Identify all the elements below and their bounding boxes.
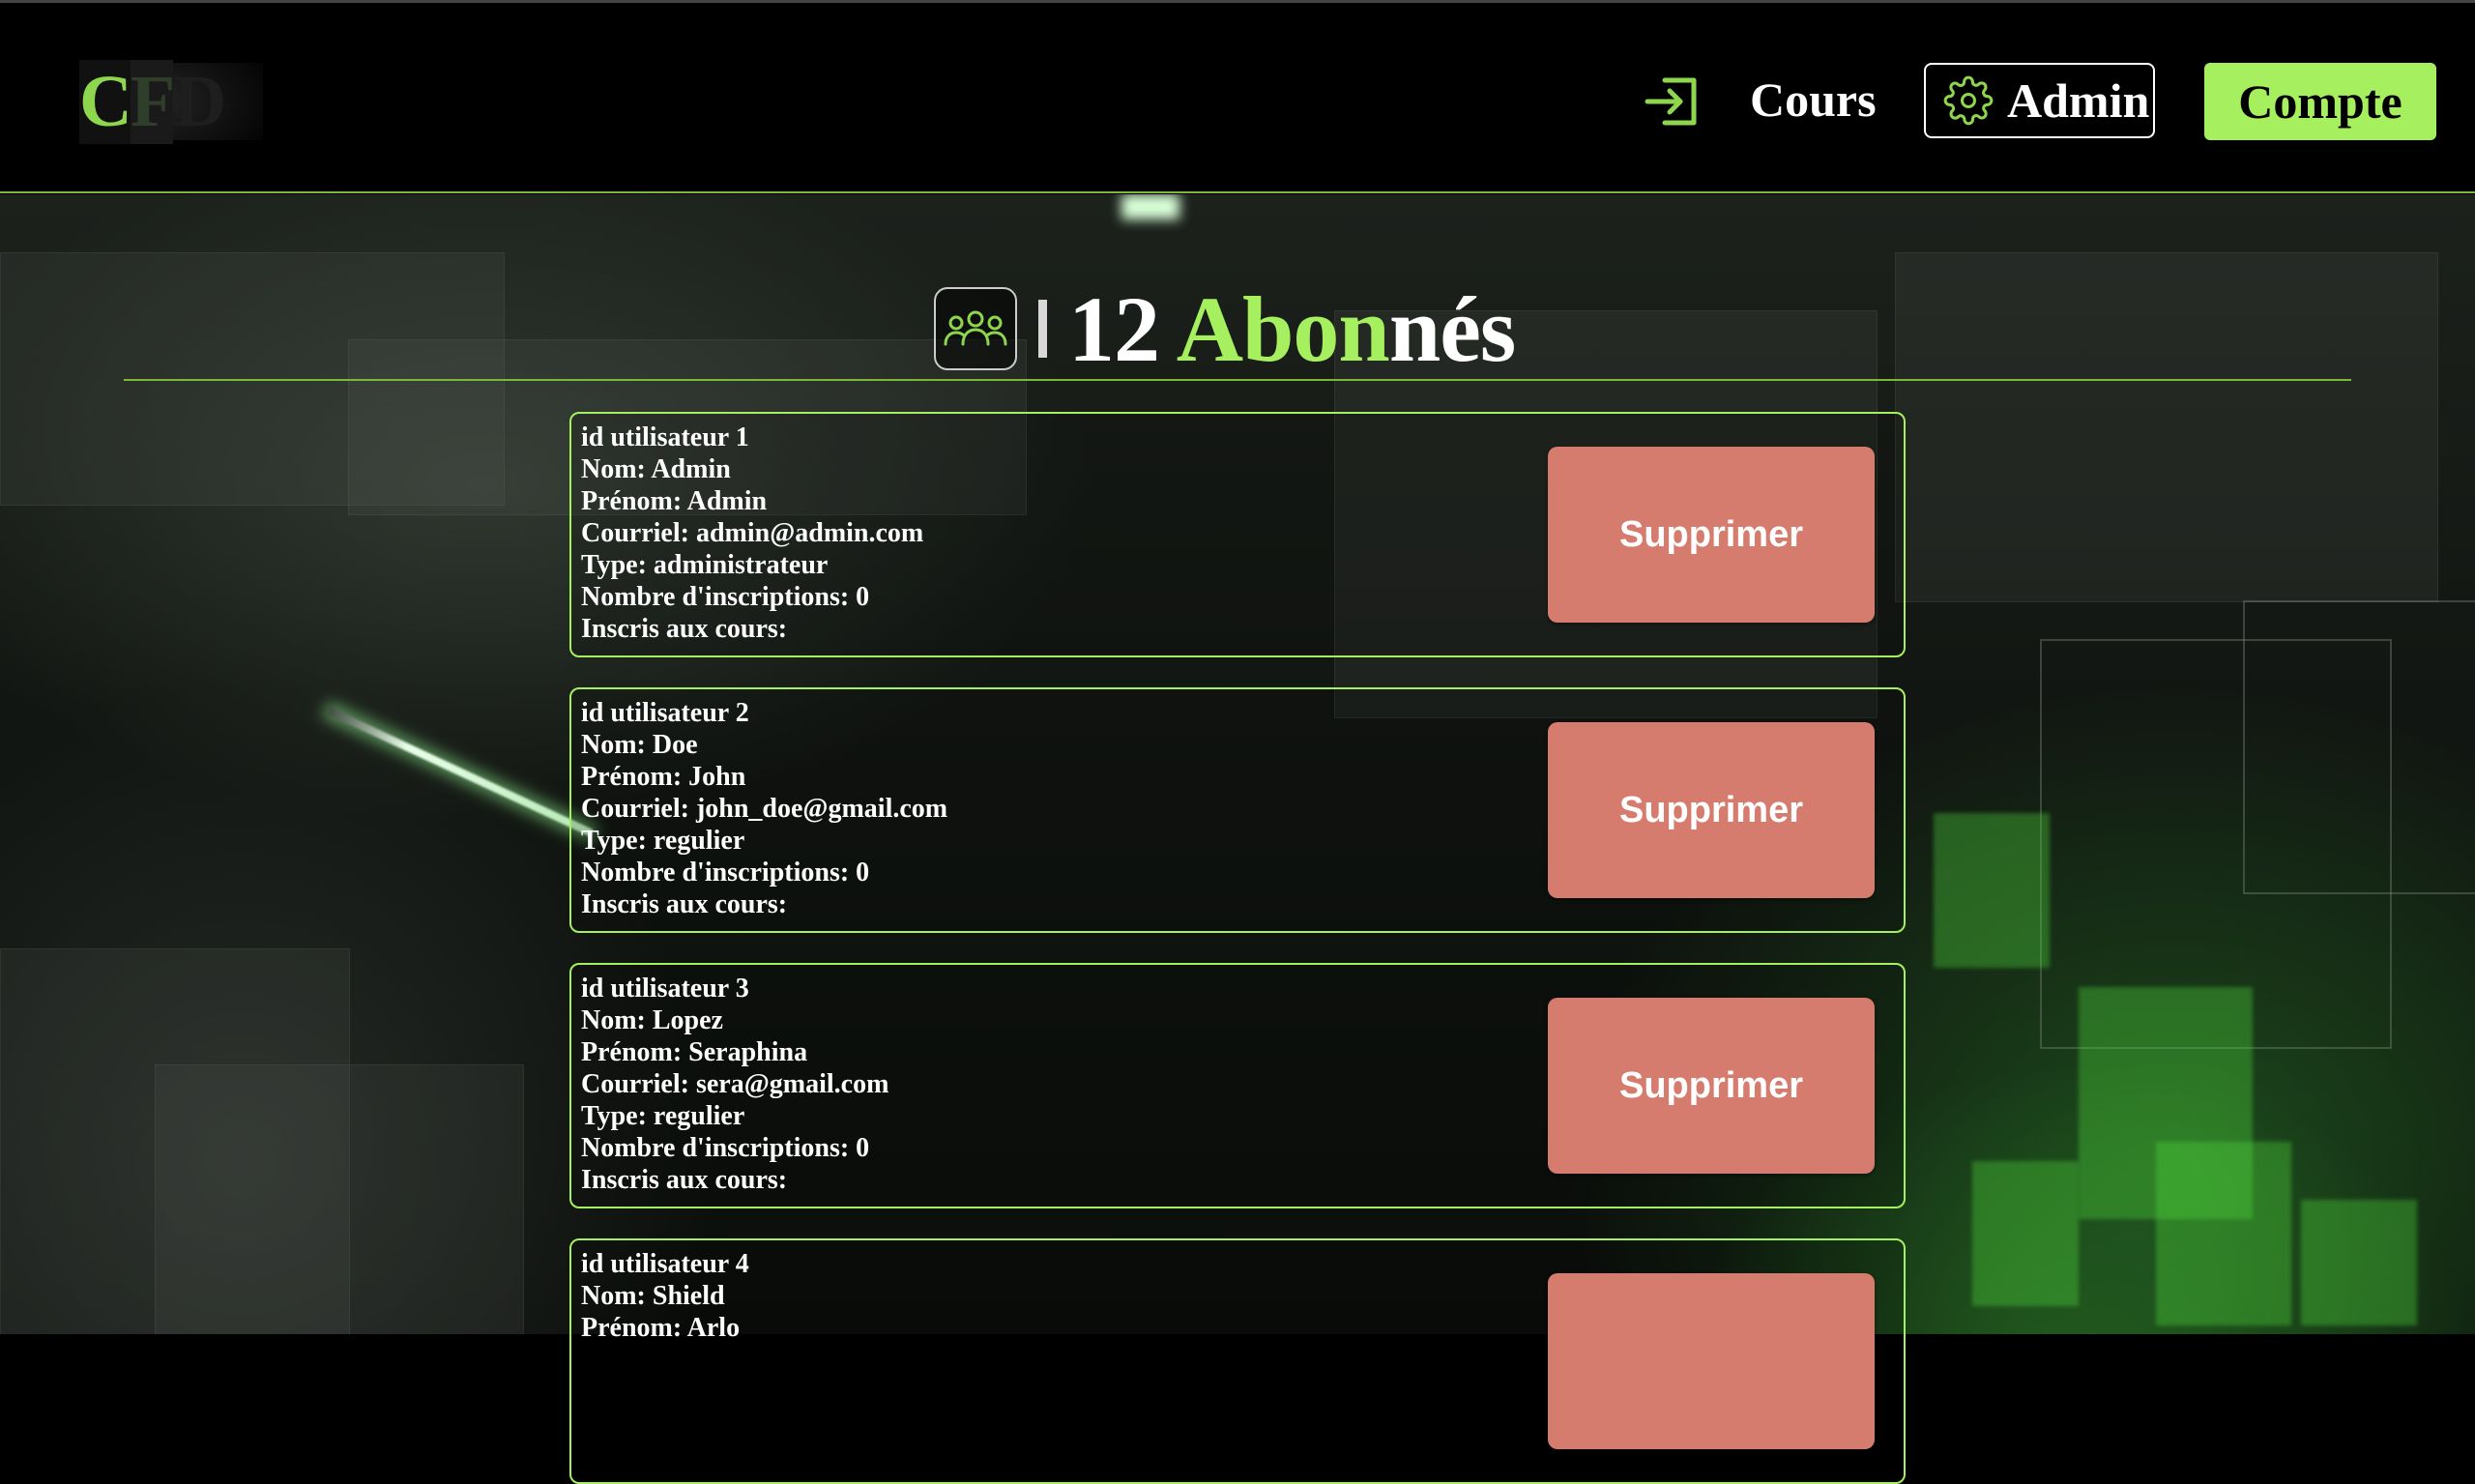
title-separator [1038, 300, 1047, 358]
user-prenom: Prénom: Seraphina [581, 1037, 808, 1067]
user-nom: Nom: Doe [581, 730, 698, 760]
header-bar: CFD Cours Admin Compte [0, 0, 2475, 193]
user-card: id utilisateur 3 Nom: Lopez Prénom: Sera… [569, 963, 1906, 1208]
user-cours: Inscris aux cours: [581, 614, 788, 644]
background-light-beam [327, 707, 594, 837]
delete-user-button[interactable]: Supprimer [1548, 722, 1875, 898]
user-card: id utilisateur 4 Nom: Shield Prénom: Arl… [569, 1238, 1906, 1484]
delete-user-button[interactable]: Supprimer [1548, 447, 1875, 623]
title-word-green: Abon [1176, 276, 1390, 381]
user-id: id utilisateur 2 [581, 698, 749, 728]
user-info: id utilisateur 1 Nom: Admin Prénom: Admi… [581, 422, 923, 645]
nav-admin-button[interactable]: Admin [1924, 63, 2155, 138]
user-nom: Nom: Shield [581, 1281, 725, 1311]
user-courriel: Courriel: john_doe@gmail.com [581, 794, 948, 824]
background-green-block [2156, 1142, 2291, 1325]
background-green-block [1972, 1161, 2079, 1306]
logo-letter-d: D [173, 60, 226, 142]
delete-user-button[interactable]: Supprimer [1548, 998, 1875, 1174]
user-type: Type: regulier [581, 1101, 745, 1131]
nav-admin-label: Admin [2007, 73, 2150, 128]
user-inscriptions: Nombre d'inscriptions: 0 [581, 1133, 870, 1163]
background-light [1121, 194, 1179, 219]
user-info: id utilisateur 2 Nom: Doe Prénom: John C… [581, 697, 947, 920]
user-prenom: Prénom: Admin [581, 486, 768, 516]
user-cours: Inscris aux cours: [581, 889, 788, 919]
nav-cours-link[interactable]: Cours [1750, 61, 1877, 138]
page-title: 12 Abonnés [934, 277, 1516, 381]
background-green-block [1934, 813, 2050, 968]
user-id: id utilisateur 1 [581, 422, 749, 452]
background-wireframe [2243, 600, 2475, 894]
user-prenom: Prénom: Arlo [581, 1313, 741, 1343]
login-arrow-icon[interactable] [1644, 76, 1700, 127]
user-card: id utilisateur 2 Nom: Doe Prénom: John C… [569, 687, 1906, 933]
user-type: Type: administrateur [581, 550, 829, 580]
user-inscriptions: Nombre d'inscriptions: 0 [581, 858, 870, 887]
site-logo[interactable]: CFD [79, 59, 264, 144]
nav-compte-button[interactable]: Compte [2204, 63, 2436, 140]
user-courriel: Courriel: sera@gmail.com [581, 1069, 889, 1099]
user-nom: Nom: Lopez [581, 1005, 723, 1035]
background-block [155, 1064, 524, 1334]
delete-user-button[interactable] [1548, 1273, 1875, 1449]
user-card: id utilisateur 1 Nom: Admin Prénom: Admi… [569, 412, 1906, 657]
user-id: id utilisateur 3 [581, 974, 749, 1004]
user-courriel: Courriel: admin@admin.com [581, 518, 924, 548]
user-nom: Nom: Admin [581, 454, 731, 484]
subscriber-count: 12 [1068, 276, 1160, 381]
user-info: id utilisateur 3 Nom: Lopez Prénom: Sera… [581, 973, 888, 1196]
logo-letter-c: C [79, 59, 132, 144]
user-inscriptions: Nombre d'inscriptions: 0 [581, 582, 870, 612]
user-id: id utilisateur 4 [581, 1249, 749, 1279]
user-info: id utilisateur 4 Nom: Shield Prénom: Arl… [581, 1248, 749, 1344]
gear-icon [1943, 75, 1994, 126]
background-block [1895, 252, 2438, 602]
background-green-block [2301, 1200, 2417, 1325]
user-cours: Inscris aux cours: [581, 1165, 788, 1195]
users-group-icon [934, 287, 1017, 370]
user-type: Type: regulier [581, 826, 745, 856]
user-prenom: Prénom: John [581, 762, 746, 792]
subscriber-count-heading: 12 Abonnés [1068, 276, 1516, 383]
title-word-white: nés [1388, 276, 1516, 381]
title-divider [124, 379, 2351, 381]
logo-letter-f: F [130, 59, 175, 144]
